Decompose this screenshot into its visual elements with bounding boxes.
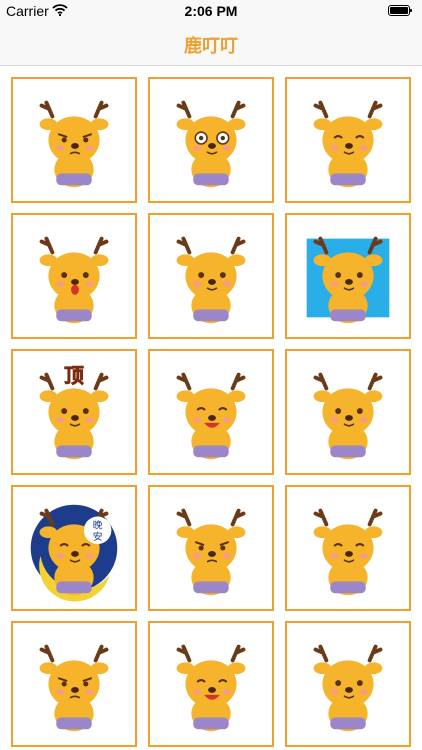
deer-sticker-image — [39, 644, 109, 732]
sticker-deer-smirk[interactable] — [11, 77, 137, 203]
sticker-deer-bashful[interactable] — [285, 485, 411, 611]
sticker-deer-glasses[interactable] — [148, 77, 274, 203]
deer-sticker-image — [176, 372, 246, 460]
status-bar: Carrier 2:06 PM — [0, 0, 422, 22]
sticker-badge-text: 顶 — [64, 364, 84, 387]
status-time: 2:06 PM — [184, 3, 238, 19]
sticker-deer-grin[interactable] — [148, 621, 274, 747]
deer-sticker-image: 顶 — [39, 364, 109, 460]
sticker-grid: 顶 晚安 — [0, 66, 422, 750]
sticker-deer-content[interactable] — [285, 77, 411, 203]
sticker-deer-small[interactable] — [285, 349, 411, 475]
deer-sticker-image — [39, 100, 109, 188]
battery-icon — [388, 5, 412, 16]
deer-sticker-image — [306, 236, 390, 324]
deer-sticker-image — [39, 236, 109, 324]
sticker-deer-ding[interactable]: 顶 — [11, 349, 137, 475]
navigation-bar: 鹿叮叮 — [0, 22, 422, 66]
sticker-deer-shout[interactable] — [11, 213, 137, 339]
deer-sticker-image — [176, 236, 246, 324]
sticker-deer-bottle[interactable] — [148, 213, 274, 339]
deer-sticker-image — [313, 372, 383, 460]
deer-sticker-image — [176, 508, 246, 596]
deer-sticker-image — [176, 644, 246, 732]
deer-sticker-image — [313, 100, 383, 188]
sticker-badge-text: 晚 — [93, 519, 103, 531]
deer-sticker-image — [313, 644, 383, 732]
deer-sticker-image — [313, 508, 383, 596]
sticker-deer-goodnight[interactable]: 晚安 — [11, 485, 137, 611]
sticker-deer-stern[interactable] — [148, 485, 274, 611]
sticker-deer-annoyed[interactable] — [11, 621, 137, 747]
deer-sticker-image: 晚安 — [30, 504, 118, 602]
deer-sticker-image — [176, 100, 246, 188]
svg-text:安: 安 — [93, 530, 103, 543]
page-title: 鹿叮叮 — [184, 36, 238, 56]
sticker-deer-calm[interactable] — [285, 621, 411, 747]
sticker-deer-swimming[interactable] — [285, 213, 411, 339]
sticker-deer-laugh[interactable] — [148, 349, 274, 475]
